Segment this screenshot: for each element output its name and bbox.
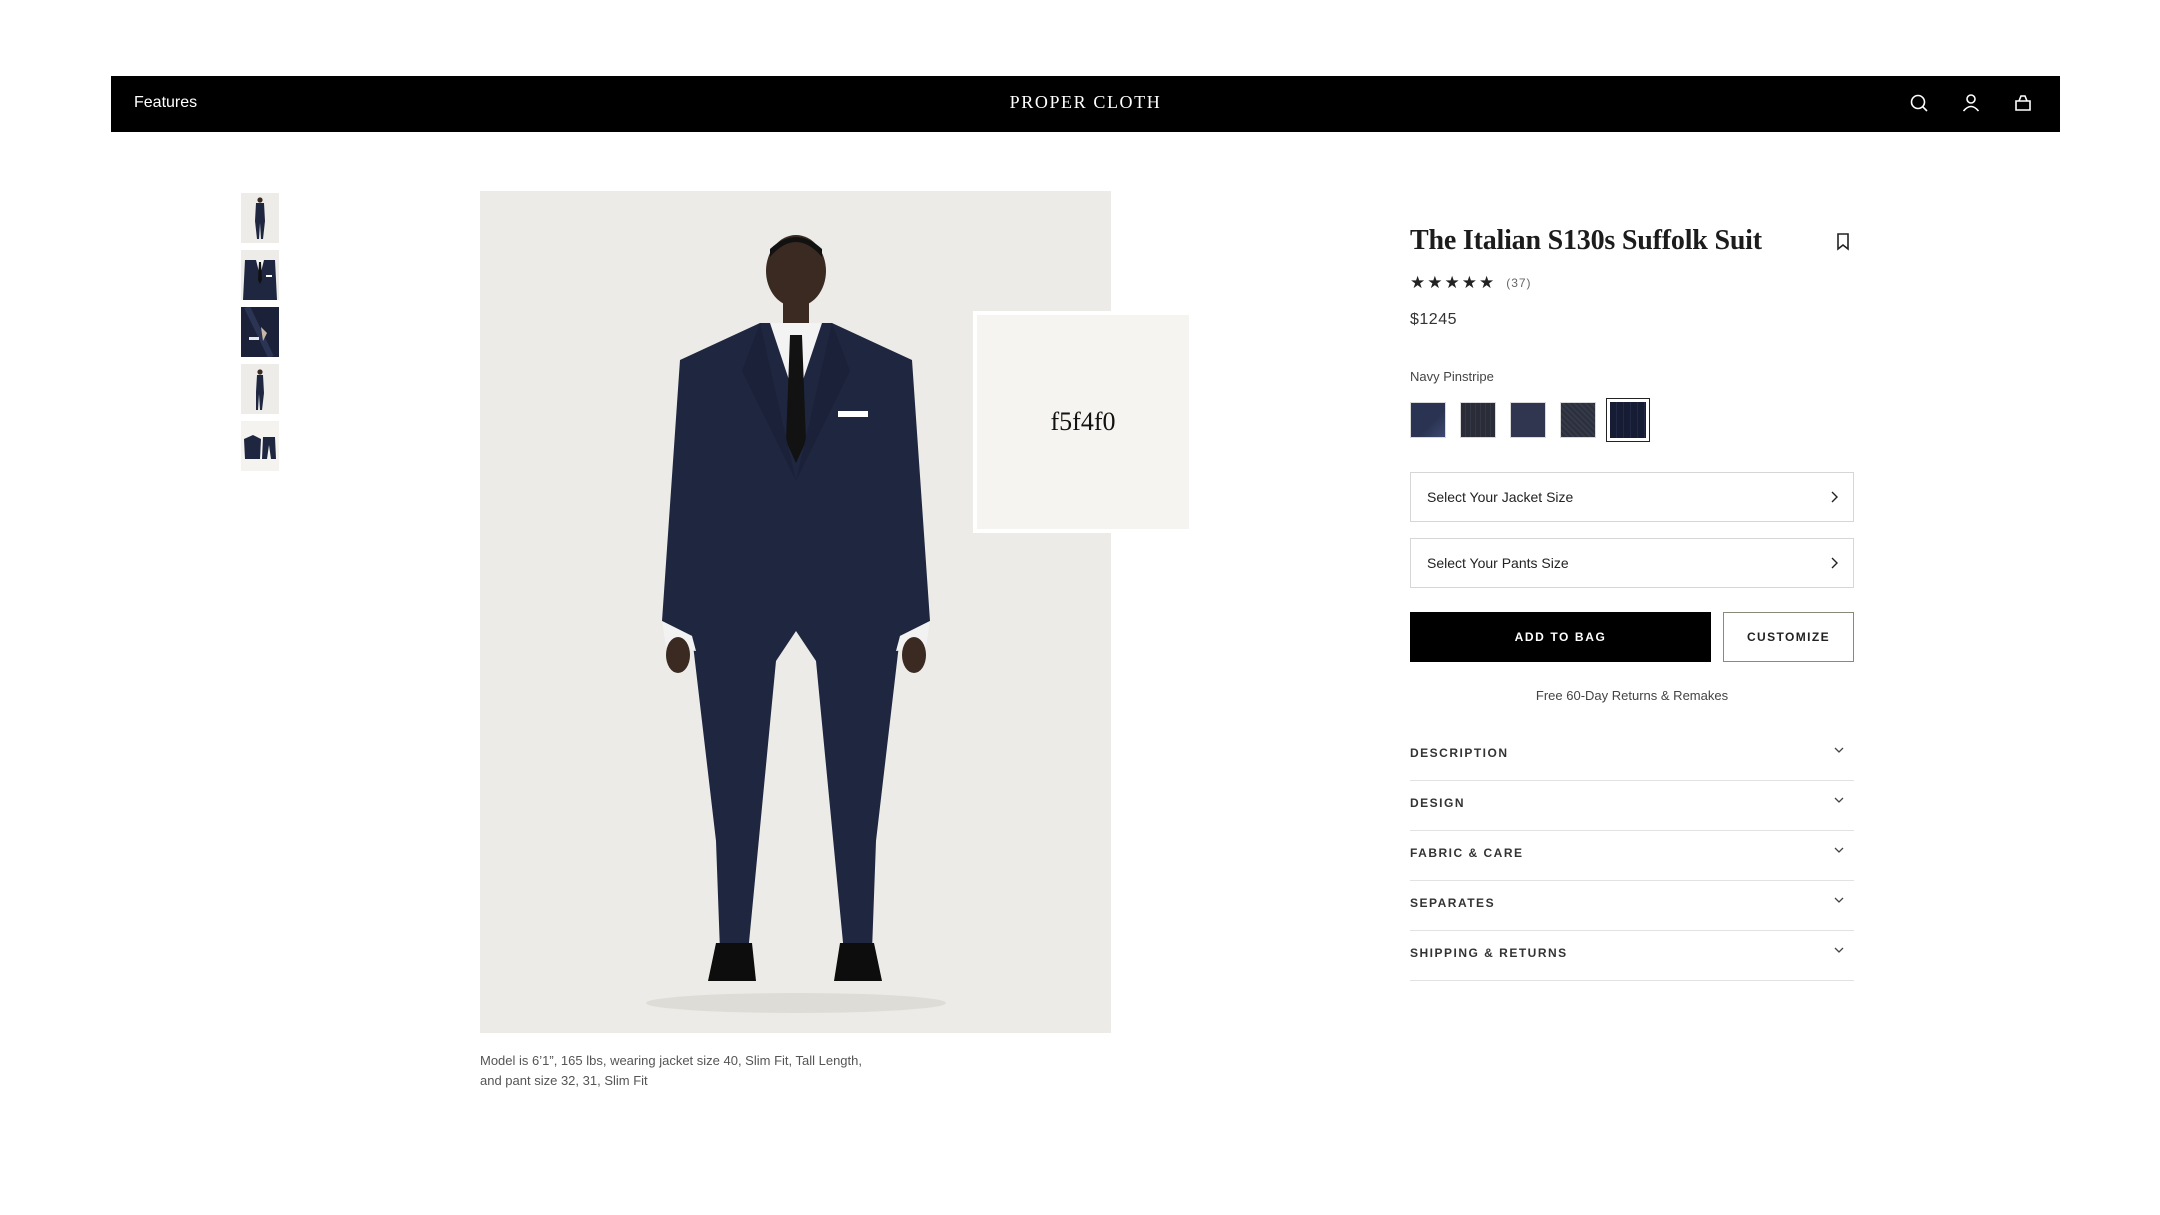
thumbnail-jacket-detail[interactable] <box>241 250 279 300</box>
customize-button[interactable]: CUSTOMIZE <box>1723 612 1854 662</box>
product-title: The Italian S130s Suffolk Suit <box>1410 225 1762 256</box>
accordion-label: DESIGN <box>1410 796 1466 810</box>
add-to-bag-button[interactable]: ADD TO BAG <box>1410 612 1711 662</box>
color-swatch[interactable] <box>1410 402 1446 438</box>
brand-logo[interactable]: PROPER CLOTH <box>111 92 2060 113</box>
review-count-link[interactable]: (37) <box>1506 276 1531 290</box>
star-rating-icon: ★★★★★ <box>1410 273 1497 292</box>
accordion-label: DESCRIPTION <box>1410 746 1509 760</box>
accordion-label: SEPARATES <box>1410 896 1496 910</box>
thumbnail-list <box>241 193 279 478</box>
pants-size-selector[interactable]: Select Your Pants Size <box>1410 538 1854 588</box>
chevron-down-icon <box>1834 746 1844 754</box>
accordion-description[interactable]: DESCRIPTION <box>1410 731 1854 781</box>
search-icon[interactable] <box>1908 91 1930 115</box>
thumbnail-fabric-detail[interactable] <box>241 307 279 357</box>
product-price: $1245 <box>1410 311 1457 328</box>
color-swatch-selected[interactable] <box>1606 398 1650 442</box>
bag-icon[interactable] <box>2012 91 2034 115</box>
accordion-separates[interactable]: SEPARATES <box>1410 881 1854 931</box>
thumbnail-side[interactable] <box>241 364 279 414</box>
color-swatch[interactable] <box>1560 402 1596 438</box>
caption-line-1: Model is 6’1”, 165 lbs, wearing jacket s… <box>480 1053 862 1068</box>
top-nav-bar: Features PROPER CLOTH <box>111 76 2060 132</box>
caption-line-2: and pant size 32, 31, Slim Fit <box>480 1073 648 1088</box>
chevron-down-icon <box>1834 796 1844 804</box>
jacket-size-selector[interactable]: Select Your Jacket Size <box>1410 472 1854 522</box>
color-swatch[interactable] <box>1510 402 1546 438</box>
accordion-design[interactable]: DESIGN <box>1410 781 1854 831</box>
details-accordion: DESCRIPTION DESIGN FABRIC & CARE SEPARAT… <box>1410 731 1854 981</box>
model-caption: Model is 6’1”, 165 lbs, wearing jacket s… <box>480 1051 900 1091</box>
bookmark-icon[interactable] <box>1836 233 1850 251</box>
chevron-down-icon <box>1834 846 1844 854</box>
chevron-right-icon <box>1829 489 1839 505</box>
accordion-shipping-returns[interactable]: SHIPPING & RETURNS <box>1410 931 1854 981</box>
returns-note: Free 60-Day Returns & Remakes <box>1535 688 1729 703</box>
selected-color-name: Navy Pinstripe <box>1410 369 1494 384</box>
chevron-down-icon <box>1834 946 1844 954</box>
header-icons <box>1908 91 2034 115</box>
accordion-fabric-care[interactable]: FABRIC & CARE <box>1410 831 1854 881</box>
jacket-size-label: Select Your Jacket Size <box>1427 489 1574 505</box>
accordion-label: FABRIC & CARE <box>1410 846 1524 860</box>
chevron-right-icon <box>1829 555 1839 571</box>
purchase-actions: ADD TO BAG CUSTOMIZE <box>1410 612 1854 662</box>
color-swatch-list <box>1410 398 1854 442</box>
thumbnail-flat-lay[interactable] <box>241 421 279 471</box>
chevron-down-icon <box>1834 896 1844 904</box>
account-icon[interactable] <box>1960 91 1982 115</box>
fabric-swatch-card: f5f4f0 <box>973 311 1193 533</box>
accordion-label: SHIPPING & RETURNS <box>1410 946 1568 960</box>
product-details-panel: The Italian S130s Suffolk Suit ★★★★★ (37… <box>1410 225 1854 981</box>
thumbnail-front[interactable] <box>241 193 279 243</box>
color-swatch[interactable] <box>1460 402 1496 438</box>
rating-row: ★★★★★ (37) <box>1410 273 1854 293</box>
pants-size-label: Select Your Pants Size <box>1427 555 1569 571</box>
